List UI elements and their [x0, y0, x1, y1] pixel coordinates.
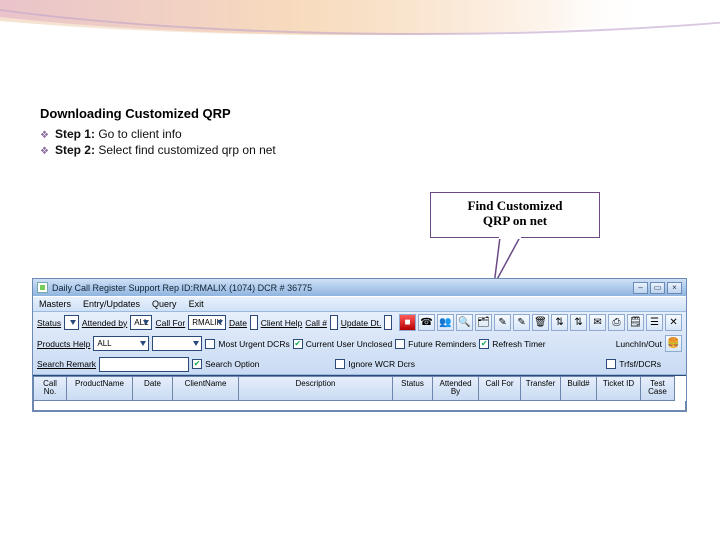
sort-up-icon[interactable]: ⇅ — [570, 314, 587, 331]
col-header[interactable]: ProductName — [67, 376, 133, 401]
col-header[interactable]: Build# — [561, 376, 597, 401]
attendedby-label: Attended by — [82, 318, 127, 328]
diamond-bullet-icon: ❖ — [40, 130, 49, 141]
print-icon[interactable]: ⎙ — [608, 314, 625, 331]
searchremark-input[interactable] — [99, 357, 189, 372]
users-icon[interactable]: 👥 — [437, 314, 454, 331]
unclosed-checkbox[interactable]: ✔ — [293, 339, 303, 349]
col-header[interactable]: Date — [133, 376, 173, 401]
products-dropdown-2[interactable] — [152, 336, 202, 351]
data-grid: CallNo.ProductNameDateClientNameDescript… — [33, 375, 686, 411]
edit2-icon[interactable]: ✎ — [513, 314, 530, 331]
date-input[interactable] — [250, 315, 258, 330]
urgent-label: Most Urgent DCRs — [218, 339, 289, 349]
col-header[interactable]: AttendedBy — [433, 376, 479, 401]
col-header[interactable]: Transfer — [521, 376, 561, 401]
menu-query[interactable]: Query — [152, 299, 177, 309]
note-icon[interactable]: 🗒 — [627, 314, 644, 331]
app-window: Daily Call Register Support Rep ID:RMALI… — [32, 278, 687, 412]
col-header[interactable]: CallNo. — [33, 376, 67, 401]
callno-label: Call # — [305, 318, 327, 328]
col-header[interactable]: Ticket ID — [597, 376, 641, 401]
col-header[interactable]: Description — [239, 376, 393, 401]
ignorewcr-checkbox[interactable] — [335, 359, 345, 369]
slide-title: Downloading Customized QRP — [40, 106, 680, 121]
window-title: Daily Call Register Support Rep ID:RMALI… — [52, 283, 633, 293]
col-header[interactable]: ClientName — [173, 376, 239, 401]
products-dropdown[interactable]: ALL — [93, 336, 149, 351]
status-label: Status — [37, 318, 61, 328]
col-header[interactable]: Call For — [479, 376, 521, 401]
maximize-button[interactable]: ▭ — [650, 282, 665, 294]
col-header[interactable]: TestCase — [641, 376, 675, 401]
lunch-icon[interactable]: 🍔 — [665, 335, 682, 352]
reminders-label: Future Reminders — [408, 339, 476, 349]
trfsf-label: Trfsf/DCRs — [619, 359, 661, 369]
edit-icon[interactable]: ✎ — [494, 314, 511, 331]
searchoption-checkbox[interactable]: ✔ — [192, 359, 202, 369]
list-item: ❖Step 2: Select find customized qrp on n… — [40, 143, 680, 157]
urgent-checkbox[interactable] — [205, 339, 215, 349]
grid-header: CallNo.ProductNameDateClientNameDescript… — [33, 376, 686, 401]
search-icon[interactable]: 🔍 — [456, 314, 473, 331]
updatedt-input[interactable] — [384, 315, 392, 330]
list-item: ❖Step 1: Go to client info — [40, 127, 680, 141]
app-icon — [37, 282, 48, 293]
grid-body — [33, 401, 686, 411]
products-label: Products Help — [37, 339, 90, 349]
unclosed-label: Current User Unclosed — [306, 339, 392, 349]
toolbar-icons: ■ ☎ 👥 🔍 🗂 ✎ ✎ 🗑 ⇅ ⇅ ✉ ⎙ 🗒 ☰ ✕ — [399, 314, 682, 331]
date-label: Date — [229, 318, 247, 328]
mail-icon[interactable]: ✉ — [589, 314, 606, 331]
ignorewcr-label: Ignore WCR Dcrs — [348, 359, 415, 369]
updatedt-label: Update Dt. — [341, 318, 382, 328]
delete-icon[interactable]: 🗑 — [532, 314, 549, 331]
list-icon[interactable]: ☰ — [646, 314, 663, 331]
trfsf-checkbox[interactable] — [606, 359, 616, 369]
refresh-label: Refresh Timer — [492, 339, 545, 349]
callout-line1: Find Customized — [431, 199, 599, 214]
record-icon[interactable]: ■ — [399, 314, 416, 331]
cancel-icon[interactable]: ✕ — [665, 314, 682, 331]
menu-exit[interactable]: Exit — [189, 299, 204, 309]
sort-down-icon[interactable]: ⇅ — [551, 314, 568, 331]
callfor-dropdown[interactable]: RMALIK — [188, 315, 226, 330]
refresh-checkbox[interactable]: ✔ — [479, 339, 489, 349]
lunch-label: LunchIn/Out — [616, 339, 662, 349]
searchremark-label: Search Remark — [37, 359, 96, 369]
phone-icon[interactable]: ☎ — [418, 314, 435, 331]
callno-input[interactable] — [330, 315, 338, 330]
filter-row-2: Products Help ALL Most Urgent DCRs ✔Curr… — [33, 333, 686, 354]
diamond-bullet-icon: ❖ — [40, 146, 49, 157]
titlebar: Daily Call Register Support Rep ID:RMALI… — [33, 279, 686, 296]
folder-icon[interactable]: 🗂 — [475, 314, 492, 331]
menubar: Masters Entry/Updates Query Exit — [33, 296, 686, 312]
filter-row-1: Status Attended by ALL Call For RMALIK D… — [33, 312, 686, 333]
reminders-checkbox[interactable] — [395, 339, 405, 349]
searchoption-label: Search Option — [205, 359, 259, 369]
clienthelp-label: Client Help — [261, 318, 303, 328]
callfor-label: Call For — [155, 318, 185, 328]
callout-line2: QRP on net — [431, 214, 599, 229]
filter-row-3: Search Remark ✔Search Option Ignore WCR … — [33, 354, 686, 374]
minimize-button[interactable]: – — [633, 282, 648, 294]
col-header[interactable]: Status — [393, 376, 433, 401]
callout-box: Find Customized QRP on net — [430, 192, 600, 238]
step-list: ❖Step 1: Go to client info ❖Step 2: Sele… — [40, 127, 680, 157]
status-dropdown[interactable] — [64, 315, 79, 330]
attendedby-dropdown[interactable]: ALL — [130, 315, 152, 330]
menu-entry[interactable]: Entry/Updates — [83, 299, 140, 309]
menu-masters[interactable]: Masters — [39, 299, 71, 309]
close-button[interactable]: × — [667, 282, 682, 294]
